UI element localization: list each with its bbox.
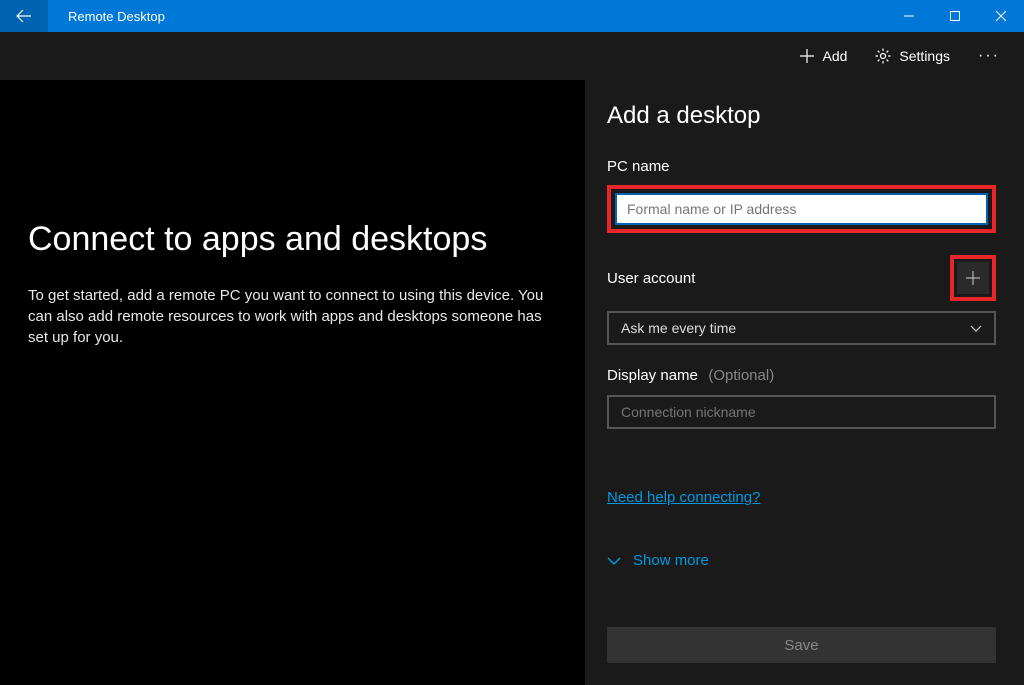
show-more-label: Show more bbox=[633, 552, 709, 569]
display-name-label: Display name bbox=[607, 367, 698, 384]
pc-name-input[interactable] bbox=[615, 193, 988, 225]
add-label: Add bbox=[823, 48, 848, 64]
gear-icon bbox=[875, 48, 891, 64]
maximize-button[interactable] bbox=[932, 0, 978, 32]
user-account-field: User account Ask me every time bbox=[607, 255, 996, 345]
add-user-highlight bbox=[950, 255, 996, 301]
add-desktop-panel: Add a desktop PC name User account Ask m… bbox=[585, 80, 1024, 685]
window-title: Remote Desktop bbox=[48, 9, 886, 24]
arrow-left-icon bbox=[16, 8, 32, 24]
content-area: Connect to apps and desktops To get star… bbox=[0, 80, 1024, 685]
window-controls bbox=[886, 0, 1024, 32]
add-user-button[interactable] bbox=[957, 262, 989, 294]
show-more-toggle[interactable]: Show more bbox=[607, 552, 996, 569]
save-button[interactable]: Save bbox=[607, 627, 996, 663]
plus-icon bbox=[965, 270, 981, 286]
main-heading: Connect to apps and desktops bbox=[28, 220, 557, 259]
pc-name-label: PC name bbox=[607, 158, 996, 175]
toolbar: Add Settings ··· bbox=[0, 32, 1024, 80]
ellipsis-icon: ··· bbox=[978, 47, 1000, 64]
pc-name-field: PC name bbox=[607, 158, 996, 233]
display-name-field: Display name (Optional) bbox=[607, 367, 996, 429]
maximize-icon bbox=[950, 11, 960, 21]
user-account-label: User account bbox=[607, 270, 695, 287]
more-button[interactable]: ··· bbox=[966, 41, 1012, 71]
settings-button[interactable]: Settings bbox=[863, 42, 962, 70]
user-account-select[interactable]: Ask me every time bbox=[607, 311, 996, 345]
user-account-value: Ask me every time bbox=[621, 320, 736, 336]
settings-label: Settings bbox=[899, 48, 950, 64]
chevron-down-icon bbox=[607, 554, 621, 568]
titlebar: Remote Desktop bbox=[0, 0, 1024, 32]
help-link[interactable]: Need help connecting? bbox=[607, 489, 996, 506]
plus-icon bbox=[799, 48, 815, 64]
minimize-button[interactable] bbox=[886, 0, 932, 32]
close-icon bbox=[996, 11, 1006, 21]
minimize-icon bbox=[904, 11, 914, 21]
pc-name-highlight bbox=[607, 185, 996, 233]
panel-title: Add a desktop bbox=[607, 102, 996, 130]
chevron-down-icon bbox=[970, 322, 982, 334]
display-name-input[interactable] bbox=[607, 395, 996, 429]
back-button[interactable] bbox=[0, 0, 48, 32]
main-panel: Connect to apps and desktops To get star… bbox=[0, 80, 585, 685]
main-description: To get started, add a remote PC you want… bbox=[28, 285, 557, 348]
close-button[interactable] bbox=[978, 0, 1024, 32]
add-button[interactable]: Add bbox=[787, 42, 860, 70]
display-name-optional: (Optional) bbox=[708, 367, 774, 384]
